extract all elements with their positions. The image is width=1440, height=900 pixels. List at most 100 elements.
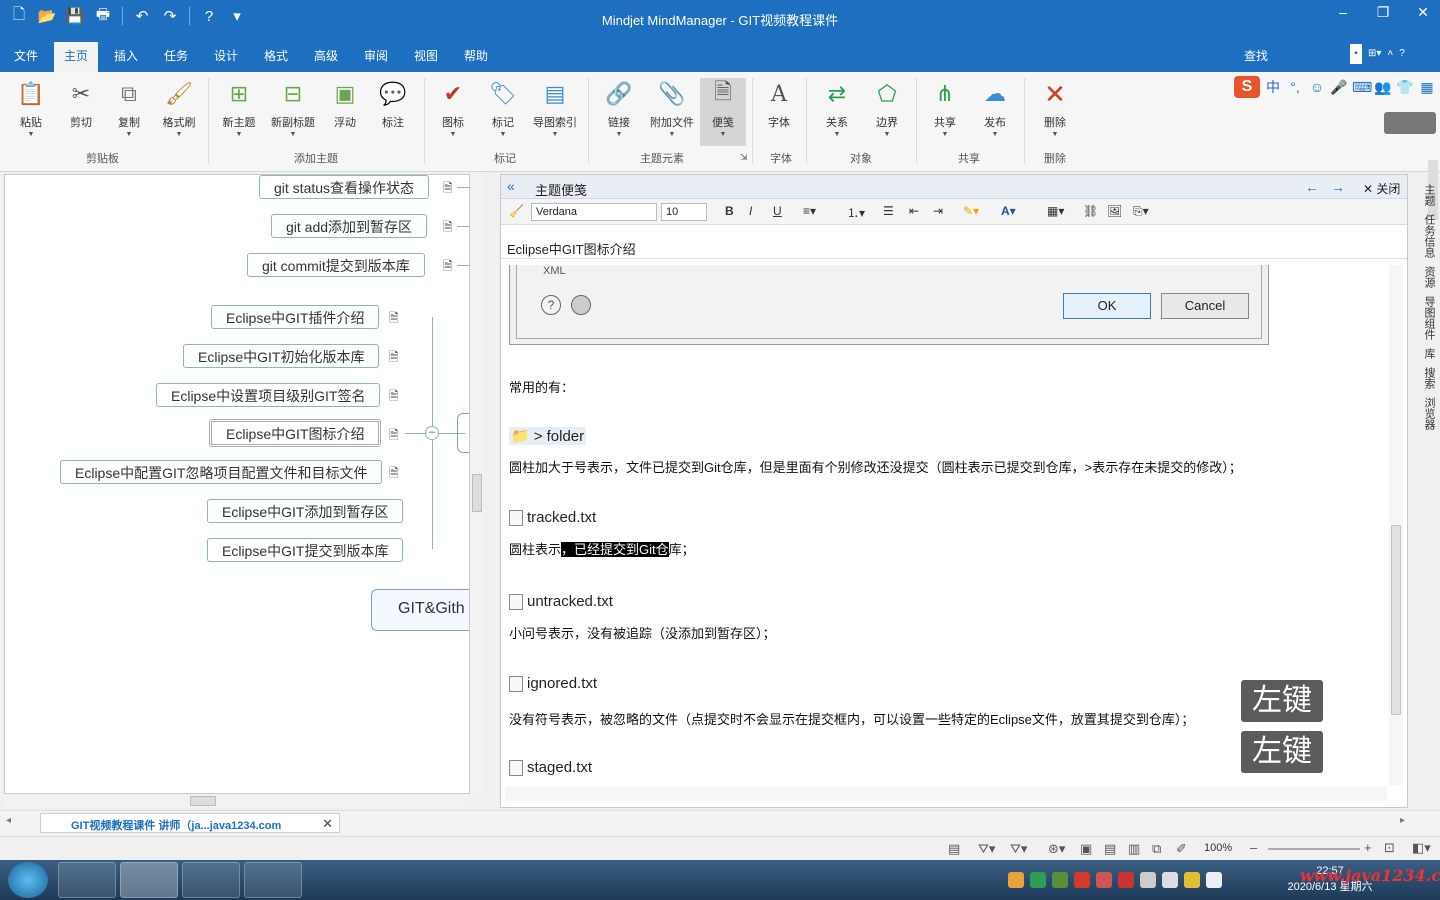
side-tab-task-info[interactable]: 任务信息 <box>1417 214 1437 258</box>
attach-file-button[interactable]: 📎 附加文件 ▼ <box>646 78 698 138</box>
ime-tools-icon[interactable]: ▦ <box>1418 79 1436 96</box>
numbered-list-icon[interactable]: ⒈▾ <box>847 204 865 221</box>
dialog-launcher-icon[interactable]: ⇲ <box>740 152 748 163</box>
notes-button[interactable]: 🗎 便笺 ▼ <box>700 78 746 146</box>
tray-security-icon[interactable] <box>1030 872 1046 888</box>
copy-button[interactable]: ⧉ 复制 ▼ <box>106 78 152 138</box>
tray-network-icon[interactable] <box>1140 872 1156 888</box>
mind-map-canvas[interactable]: git status查看操作状态 🗎 git add添加到暂存区 🗎 git c… <box>4 174 470 794</box>
next-arrow-icon[interactable]: → <box>1331 179 1345 195</box>
tab-insert[interactable]: 插入 <box>114 47 138 64</box>
central-topic[interactable]: GIT&Gith <box>371 589 469 631</box>
map-vertical-scrollbar[interactable] <box>470 174 484 794</box>
restore-icon[interactable]: ❐ <box>1372 4 1394 21</box>
note-indicator-icon[interactable]: 🗎 <box>389 387 403 403</box>
note-indicator-icon[interactable]: 🗎 <box>389 426 403 442</box>
ime-mic-icon[interactable]: 🎤 <box>1330 79 1348 96</box>
tray-notification-icon[interactable] <box>1162 872 1178 888</box>
ime-chinese-icon[interactable]: 中 <box>1264 77 1282 97</box>
map-topic[interactable]: Eclipse中GIT提交到版本库 <box>207 538 404 562</box>
options-icon[interactable]: ⊞▾ <box>1368 44 1381 64</box>
tab-design[interactable]: 设计 <box>214 47 238 64</box>
side-tab-map-parts[interactable]: 导图组件 <box>1417 296 1437 340</box>
tab-home[interactable]: 主页 <box>54 42 99 72</box>
minimize-icon[interactable]: – <box>1332 4 1354 21</box>
note-indicator-icon[interactable]: 🗎 <box>389 348 403 364</box>
align-left-icon[interactable]: ≡▾ <box>803 204 816 218</box>
index-icon[interactable]: ▤ <box>948 841 960 857</box>
tab-task[interactable]: 任务 <box>164 47 188 64</box>
note-indicator-icon[interactable]: 🗎 <box>443 179 457 195</box>
tray-app-icon[interactable] <box>1008 872 1024 888</box>
indent-icon[interactable]: ⇥ <box>933 204 943 218</box>
ime-mini-bar[interactable] <box>1384 112 1436 134</box>
tray-volume-icon[interactable] <box>1206 872 1222 888</box>
collapse-ribbon-icon[interactable]: ˄ <box>1387 44 1393 64</box>
collapse-toggle-icon[interactable]: – <box>425 426 439 440</box>
note-indicator-icon[interactable]: 🗎 <box>443 257 457 273</box>
notes-horizontal-scrollbar[interactable] <box>505 787 1387 801</box>
search-link[interactable]: 查找 <box>1244 47 1268 64</box>
tab-scroll-left-icon[interactable]: ◂ <box>6 815 11 826</box>
icon-marker-button[interactable]: ✔ 图标 ▼ <box>430 78 476 138</box>
underline-icon[interactable]: U <box>773 204 782 218</box>
tab-format[interactable]: 格式 <box>264 47 288 64</box>
taskbar-app-icon[interactable] <box>58 862 116 898</box>
map-topic[interactable]: Eclipse中设置项目级别GIT签名 <box>156 383 381 407</box>
taskbar-eclipse-icon[interactable] <box>182 862 240 898</box>
boundary-button[interactable]: ⬠ 边界 ▼ <box>864 78 910 138</box>
scroll-thumb[interactable] <box>190 796 216 806</box>
tray-app2-icon[interactable] <box>1118 872 1134 888</box>
layout-icon[interactable]: ▪ <box>1350 44 1362 64</box>
fit-map-icon[interactable]: ⊡ <box>1384 840 1395 856</box>
callout-button[interactable]: 💬 标注 <box>370 78 416 130</box>
scroll-thumb[interactable] <box>1391 525 1401 715</box>
ime-emoji-icon[interactable]: ☺ <box>1308 79 1326 95</box>
gantt-view-icon[interactable]: ▥ <box>1128 841 1140 857</box>
delete-button[interactable]: ✕ 删除 ▼ <box>1032 78 1078 139</box>
link-view-icon[interactable]: ⧉ <box>1152 841 1161 857</box>
relationship-button[interactable]: ⇄ 关系 ▼ <box>814 78 860 138</box>
tab-scroll-right-icon[interactable]: ▸ <box>1400 815 1405 826</box>
note-indicator-icon[interactable]: 🗎 <box>389 309 403 325</box>
scroll-thumb[interactable] <box>472 474 482 512</box>
side-tab-library[interactable]: 库 <box>1417 348 1437 359</box>
table-icon[interactable]: ▦▾ <box>1047 204 1064 218</box>
side-tab-search[interactable]: 搜索 <box>1417 367 1437 389</box>
map-topic[interactable]: Eclipse中GIT添加到暂存区 <box>207 499 404 523</box>
notes-vertical-scrollbar[interactable] <box>1389 265 1403 785</box>
start-button[interactable] <box>8 862 48 898</box>
collapse-pane-icon[interactable]: « <box>507 178 515 194</box>
ime-punct-icon[interactable]: °, <box>1286 79 1304 95</box>
taskbar-explorer-icon[interactable] <box>244 862 302 898</box>
format-painter-button[interactable]: 🖌 格式刷 ▼ <box>156 78 202 138</box>
close-notes-button[interactable]: ✕ 关闭 <box>1363 180 1400 197</box>
map-horizontal-scrollbar[interactable] <box>4 794 470 808</box>
outdent-icon[interactable]: ⇤ <box>909 204 919 218</box>
share-button[interactable]: ⋔ 共享 ▼ <box>922 78 968 138</box>
font-button[interactable]: A 字体 <box>756 78 802 130</box>
insert-object-icon[interactable]: ⎘▾ <box>1133 204 1149 219</box>
map-index-button[interactable]: ▤ 导图索引 ▼ <box>528 78 582 138</box>
document-tab[interactable]: GIT视频教程课件 讲师（ja...java1234.com ✕ <box>40 813 340 833</box>
map-topic[interactable]: Eclipse中GIT初始化版本库 <box>183 344 380 368</box>
layout-options-icon[interactable]: ◧▾ <box>1412 840 1431 856</box>
parent-topic-edge[interactable] <box>457 413 469 453</box>
tray-nvidia-icon[interactable] <box>1052 872 1068 888</box>
clear-format-icon[interactable]: 🧹 <box>509 204 524 218</box>
map-topic[interactable]: git commit提交到版本库 <box>247 253 425 277</box>
font-color-icon[interactable]: A▾ <box>1001 204 1016 218</box>
tray-flower-icon[interactable] <box>1096 872 1112 888</box>
tray-app3-icon[interactable] <box>1184 872 1200 888</box>
side-tab-browser[interactable]: 浏览器 <box>1417 397 1437 430</box>
side-tab-topic[interactable]: 主题 <box>1417 184 1437 206</box>
note-indicator-icon[interactable]: 🗎 <box>443 218 457 234</box>
map-topic[interactable]: Eclipse中GIT插件介绍 <box>211 305 380 329</box>
tab-view[interactable]: 视图 <box>414 47 438 64</box>
note-indicator-icon[interactable]: 🗎 <box>389 464 403 480</box>
ime-skin-icon[interactable]: 👕 <box>1396 79 1414 96</box>
map-topic[interactable]: git status查看操作状态 <box>259 175 430 199</box>
previous-arrow-icon[interactable]: ← <box>1305 179 1319 195</box>
side-tab-resources[interactable]: 资源 <box>1417 266 1437 288</box>
publish-button[interactable]: ☁ 发布 ▼ <box>972 78 1018 138</box>
